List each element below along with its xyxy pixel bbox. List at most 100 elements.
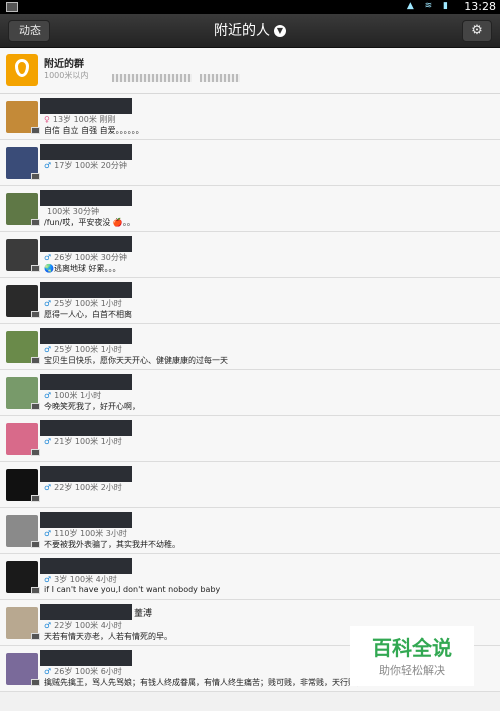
person-distance-time: 100米 1小时 xyxy=(54,391,102,400)
avatar[interactable] xyxy=(6,285,40,318)
avatar[interactable] xyxy=(6,101,40,134)
nearby-groups-row[interactable]: 附近的群 1000米以内 xyxy=(0,48,500,94)
person-signature: 🌏逃离地球 好累。。。 xyxy=(44,264,121,273)
photo-badge-icon xyxy=(31,495,40,502)
person-signature: 不要被我外表骗了，其实我并不幼稚。 xyxy=(44,540,180,549)
person-signature: 今晚笑死我了，好开心啊， xyxy=(44,402,140,411)
network-icons: ▲ ≋ ▮ xyxy=(406,1,452,11)
person-name-redacted xyxy=(40,558,132,574)
photo-badge-icon xyxy=(31,679,40,686)
gender-icon: ♂ xyxy=(44,391,52,400)
person-name-redacted xyxy=(40,98,132,114)
top-bar: 动态 附近的人 ▼ ⚙ xyxy=(0,14,500,48)
avatar[interactable] xyxy=(6,147,40,180)
avatar[interactable] xyxy=(6,331,40,364)
group-subtitle: 1000米以内 xyxy=(44,71,89,80)
person-row[interactable]: ♂ 3岁 100米 4小时 if I can't have you,I don't … xyxy=(0,554,500,600)
gender-icon: ♂ xyxy=(44,621,52,630)
watermark-subtitle: 助你轻松解决 xyxy=(379,664,445,677)
person-row[interactable]: ♂ 110岁 100米 3小时不要被我外表骗了，其实我并不幼稚。 xyxy=(0,508,500,554)
gender-icon: ♂ xyxy=(44,253,52,262)
photo-badge-icon xyxy=(31,311,40,318)
gender-icon: ♂ xyxy=(44,667,52,676)
person-name-redacted xyxy=(40,512,132,528)
status-bar: ▲ ≋ ▮ 13:28 xyxy=(0,0,500,14)
person-meta: ♂ 17岁 100米 20分钟 xyxy=(44,160,127,171)
avatar[interactable] xyxy=(6,515,40,548)
avatar[interactable] xyxy=(6,193,40,226)
person-signature: 自信 自立 自强 自爱。。。。。。 xyxy=(44,126,144,135)
avatar[interactable] xyxy=(6,653,40,686)
person-row[interactable]: ♂ 25岁 100米 1小时 愿得一人心，白首不相离 xyxy=(0,278,500,324)
person-distance-time: 13岁 100米 刚刚 xyxy=(52,115,116,124)
person-distance-time: 22岁 100米 2小时 xyxy=(54,483,122,492)
group-preview-blurred xyxy=(112,74,192,82)
person-name-redacted xyxy=(40,420,132,436)
avatar[interactable] xyxy=(6,561,40,594)
avatar[interactable] xyxy=(6,377,40,410)
photo-badge-icon xyxy=(31,127,40,134)
page-title[interactable]: 附近的人 ▼ xyxy=(0,14,500,48)
person-distance-time: 21岁 100米 1小时 xyxy=(54,437,122,446)
avatar[interactable] xyxy=(6,239,40,272)
person-row[interactable]: ♂ 100米 1小时 今晚笑死我了，好开心啊， xyxy=(0,370,500,416)
person-signature: /fun/哎，平安夜没 🍎。。 xyxy=(44,218,135,227)
person-name-redacted xyxy=(40,374,132,390)
person-name-redacted xyxy=(40,236,132,252)
person-signature: 擒贼先擒王，骂人先骂娘；有钱人终成眷属，有情人终生痛苦；贱可贱，非常贱，天行贱，… xyxy=(44,678,388,687)
person-meta: ♂ 22岁 100米 2小时 xyxy=(44,482,122,493)
gender-icon: ♂ xyxy=(44,575,52,584)
gender-icon: ♂ xyxy=(44,483,52,492)
photo-badge-icon xyxy=(31,219,40,226)
person-signature: 天若有情天亦老，人若有情死的早。 xyxy=(44,632,172,641)
person-distance-time: 110岁 100米 3小时 xyxy=(54,529,127,538)
gender-icon: ♂ xyxy=(44,345,52,354)
person-meta: ♂ 21岁 100米 1小时 xyxy=(44,436,122,447)
person-name-redacted xyxy=(40,466,132,482)
person-name-redacted xyxy=(40,190,132,206)
person-distance-time: 25岁 100米 1小时 xyxy=(54,345,122,354)
photo-badge-icon xyxy=(31,541,40,548)
person-distance-time: 100米 30分钟 xyxy=(47,207,99,216)
clock: 13:28 xyxy=(464,0,496,13)
person-name-suffix: 蕫溥 xyxy=(134,609,153,619)
avatar[interactable] xyxy=(6,607,40,640)
chevron-down-icon: ▼ xyxy=(274,25,286,37)
avatar[interactable] xyxy=(6,423,40,456)
people-list: ♀ 13岁 100米 刚刚 自信 自立 自强 自爱。。。。。。 ♂ 17岁 100米 2… xyxy=(0,94,500,692)
group-title: 附近的群 xyxy=(44,59,84,70)
page-title-text: 附近的人 xyxy=(214,23,270,39)
person-row[interactable]: 100米 30分钟/fun/哎，平安夜没 🍎。。 xyxy=(0,186,500,232)
person-meta: 100米 30分钟 xyxy=(44,206,99,217)
settings-icon: ⚙ xyxy=(471,23,483,38)
person-meta: ♂ 22岁 100米 4小时 xyxy=(44,620,122,631)
person-row[interactable]: ♂ 17岁 100米 20分钟 xyxy=(0,140,500,186)
person-signature: 宝贝生日快乐，愿你天天开心、健健康康的过每一天 xyxy=(44,356,228,365)
avatar[interactable] xyxy=(6,469,40,502)
gender-icon: ♂ xyxy=(44,299,52,308)
person-name-redacted xyxy=(40,144,132,160)
person-distance-time: 26岁 100米 30分钟 xyxy=(54,253,127,262)
person-distance-time: 25岁 100米 1小时 xyxy=(54,299,122,308)
gender-icon: ♂ xyxy=(44,529,52,538)
photo-badge-icon xyxy=(31,173,40,180)
person-meta: ♂ 100米 1小时 xyxy=(44,390,101,401)
app-root: ▲ ≋ ▮ 13:28 动态 附近的人 ▼ ⚙ 附近的群 1000米以内 ♀ 13岁… xyxy=(0,0,500,711)
gallery-icon xyxy=(6,2,18,12)
person-distance-time: 26岁 100米 6小时 xyxy=(54,667,122,676)
photo-badge-icon xyxy=(31,633,40,640)
person-meta: ♂ 26岁 100米 30分钟 xyxy=(44,252,127,263)
location-pin-icon xyxy=(6,54,38,86)
photo-badge-icon xyxy=(31,357,40,364)
person-row[interactable]: ♂ 22岁 100米 2小时 xyxy=(0,462,500,508)
person-row[interactable]: ♂ 25岁 100米 1小时宝贝生日快乐，愿你天天开心、健健康康的过每一天 xyxy=(0,324,500,370)
person-name-redacted xyxy=(40,328,132,344)
settings-button[interactable]: ⚙ xyxy=(462,20,492,42)
person-meta: ♀ 13岁 100米 刚刚 xyxy=(44,114,115,125)
person-row[interactable]: ♂ 26岁 100米 30分钟 🌏逃离地球 好累。。。 xyxy=(0,232,500,278)
gender-icon: ♂ xyxy=(44,437,52,446)
person-row[interactable]: ♂ 21岁 100米 1小时 xyxy=(0,416,500,462)
person-row[interactable]: ♀ 13岁 100米 刚刚 自信 自立 自强 自爱。。。。。。 xyxy=(0,94,500,140)
photo-badge-icon xyxy=(31,265,40,272)
photo-badge-icon xyxy=(31,403,40,410)
